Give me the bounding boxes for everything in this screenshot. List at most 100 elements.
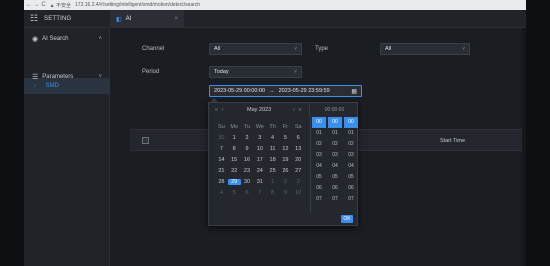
calendar-day[interactable]: 23 xyxy=(241,168,254,174)
range-end[interactable]: 2023-05-29 23:59:59 xyxy=(279,88,330,94)
calendar-day[interactable]: 21 xyxy=(215,168,228,174)
calendar-day[interactable]: 5 xyxy=(279,135,292,141)
calendar-day[interactable]: 25 xyxy=(266,168,279,174)
calendar-day[interactable]: 2 xyxy=(279,179,292,185)
second-option[interactable]: 06 xyxy=(344,183,358,194)
second-option[interactable]: 03 xyxy=(344,150,358,161)
hour-option[interactable]: 00 xyxy=(312,117,326,128)
calendar-day[interactable]: 7 xyxy=(215,146,228,152)
calendar-day[interactable]: 8 xyxy=(228,146,241,152)
hour-column[interactable]: 00 01 02 03 04 05 06 07 xyxy=(311,117,327,213)
weekday-label: Sa xyxy=(294,123,302,130)
calendar-day[interactable]: 7 xyxy=(253,190,266,196)
calendar-day[interactable]: 1 xyxy=(266,179,279,185)
sidebar-item-ai-search[interactable]: ◉ AI Search ˄ xyxy=(24,30,110,48)
hour-option[interactable]: 02 xyxy=(312,139,326,150)
minute-option[interactable]: 05 xyxy=(328,172,342,183)
calendar-day[interactable]: 1 xyxy=(228,135,241,141)
url-text[interactable]: 172.16.2.4/#/setting/intelligent/smd/mot… xyxy=(75,2,200,8)
tab-ai[interactable]: ◧ AI × xyxy=(110,10,184,28)
second-option[interactable]: 07 xyxy=(344,194,358,205)
calendar-day[interactable]: 9 xyxy=(241,146,254,152)
second-option[interactable]: 05 xyxy=(344,172,358,183)
calendar-day[interactable]: 3 xyxy=(253,135,266,141)
minute-option[interactable]: 07 xyxy=(328,194,342,205)
minute-column[interactable]: 00 01 02 03 04 05 06 07 xyxy=(327,117,343,213)
browser-window: ← → C ▲ 不安全 172.16.2.4/#/setting/intelli… xyxy=(24,0,526,266)
calendar-day-selected[interactable]: 29 xyxy=(227,178,241,185)
calendar-day[interactable]: 18 xyxy=(266,157,279,163)
hour-option[interactable]: 04 xyxy=(312,161,326,172)
ai-search-icon: ◉ xyxy=(32,36,39,43)
calendar-day[interactable]: 30 xyxy=(241,179,254,185)
security-warning[interactable]: ▲ 不安全 xyxy=(50,2,71,9)
calendar-day[interactable]: 16 xyxy=(241,157,254,163)
column-start-time[interactable]: Start Time xyxy=(440,138,465,144)
sidebar-item-parameters[interactable]: ☰ Parameters ˅ xyxy=(24,68,110,86)
calendar-day[interactable]: 26 xyxy=(279,168,292,174)
calendar-day[interactable]: 11 xyxy=(266,146,279,152)
hour-option[interactable]: 06 xyxy=(312,183,326,194)
calendar-day[interactable]: 10 xyxy=(253,146,266,152)
date-range-input[interactable]: 2023-05-29 00:00:00 → 2023-05-29 23:59:5… xyxy=(209,85,362,97)
calendar-day[interactable]: 6 xyxy=(292,135,305,141)
hour-option[interactable]: 03 xyxy=(312,150,326,161)
date-time-picker: « ‹ May 2023 › » 00:00:00 Su Mo Tu We Th Fr Sa… xyxy=(208,102,358,226)
calendar-day[interactable]: 4 xyxy=(266,135,279,141)
ok-button[interactable]: OK xyxy=(341,215,353,223)
hour-option[interactable]: 05 xyxy=(312,172,326,183)
hour-option[interactable]: 07 xyxy=(312,194,326,205)
channel-select[interactable]: All ˅ xyxy=(209,43,302,55)
screen-frame: ← → C ▲ 不安全 172.16.2.4/#/setting/intelli… xyxy=(0,0,550,266)
calendar-day[interactable]: 17 xyxy=(253,157,266,163)
calendar-day[interactable]: 27 xyxy=(292,168,305,174)
month-title[interactable]: May 2023 xyxy=(247,107,271,113)
calendar-day[interactable]: 4 xyxy=(215,190,228,196)
minute-option[interactable]: 06 xyxy=(328,183,342,194)
calendar-day[interactable]: 13 xyxy=(292,146,305,152)
calendar-day[interactable]: 30 xyxy=(215,135,228,141)
minute-option[interactable]: 00 xyxy=(328,117,342,128)
prev-year-month-icon[interactable]: « ‹ xyxy=(215,107,224,113)
calendar-day[interactable]: 14 xyxy=(215,157,228,163)
range-separator: → xyxy=(269,88,275,94)
calendar-day[interactable]: 24 xyxy=(253,168,266,174)
calendar-day[interactable]: 22 xyxy=(228,168,241,174)
select-all-checkbox[interactable] xyxy=(142,137,149,144)
calendar-day[interactable]: 6 xyxy=(241,190,254,196)
minute-option[interactable]: 04 xyxy=(328,161,342,172)
calendar-day[interactable]: 28 xyxy=(215,179,228,185)
second-option[interactable]: 00 xyxy=(344,117,358,128)
calendar-day[interactable]: 31 xyxy=(253,179,266,185)
next-month-year-icon[interactable]: › » xyxy=(293,107,302,113)
grid-menu-icon[interactable]: ☷ xyxy=(30,14,39,23)
minute-option[interactable]: 02 xyxy=(328,139,342,150)
chevron-down-icon: ˅ xyxy=(294,69,297,75)
calendar-day[interactable]: 2 xyxy=(241,135,254,141)
minute-option[interactable]: 01 xyxy=(328,128,342,139)
address-bar[interactable]: ← → C ▲ 不安全 172.16.2.4/#/setting/intelli… xyxy=(24,0,526,10)
calendar-day[interactable]: 15 xyxy=(228,157,241,163)
minute-option[interactable]: 03 xyxy=(328,150,342,161)
browser-nav-icons[interactable]: ← → C xyxy=(26,2,46,8)
second-option[interactable]: 04 xyxy=(344,161,358,172)
channel-label: Channel xyxy=(142,46,165,52)
sidebar: ◉ AI Search ˄ › SMD ☰ Parameters ˅ xyxy=(24,28,110,266)
period-select[interactable]: Today ˅ xyxy=(209,66,302,78)
second-column[interactable]: 00 01 02 03 04 05 06 07 xyxy=(343,117,359,213)
second-option[interactable]: 01 xyxy=(344,128,358,139)
calendar-day[interactable]: 10 xyxy=(292,190,305,196)
range-start[interactable]: 2023-05-29 00:00:00 xyxy=(214,88,265,94)
calendar-day[interactable]: 19 xyxy=(279,157,292,163)
close-icon[interactable]: × xyxy=(174,16,178,22)
calendar-icon[interactable]: ▦ xyxy=(351,88,357,95)
type-select[interactable]: All ˅ xyxy=(380,43,470,55)
hour-option[interactable]: 01 xyxy=(312,128,326,139)
calendar-day[interactable]: 8 xyxy=(266,190,279,196)
calendar-day[interactable]: 12 xyxy=(279,146,292,152)
calendar-day[interactable]: 9 xyxy=(279,190,292,196)
second-option[interactable]: 02 xyxy=(344,139,358,150)
calendar-day[interactable]: 5 xyxy=(228,190,241,196)
calendar-day[interactable]: 20 xyxy=(292,157,305,163)
calendar-day[interactable]: 3 xyxy=(292,179,305,185)
